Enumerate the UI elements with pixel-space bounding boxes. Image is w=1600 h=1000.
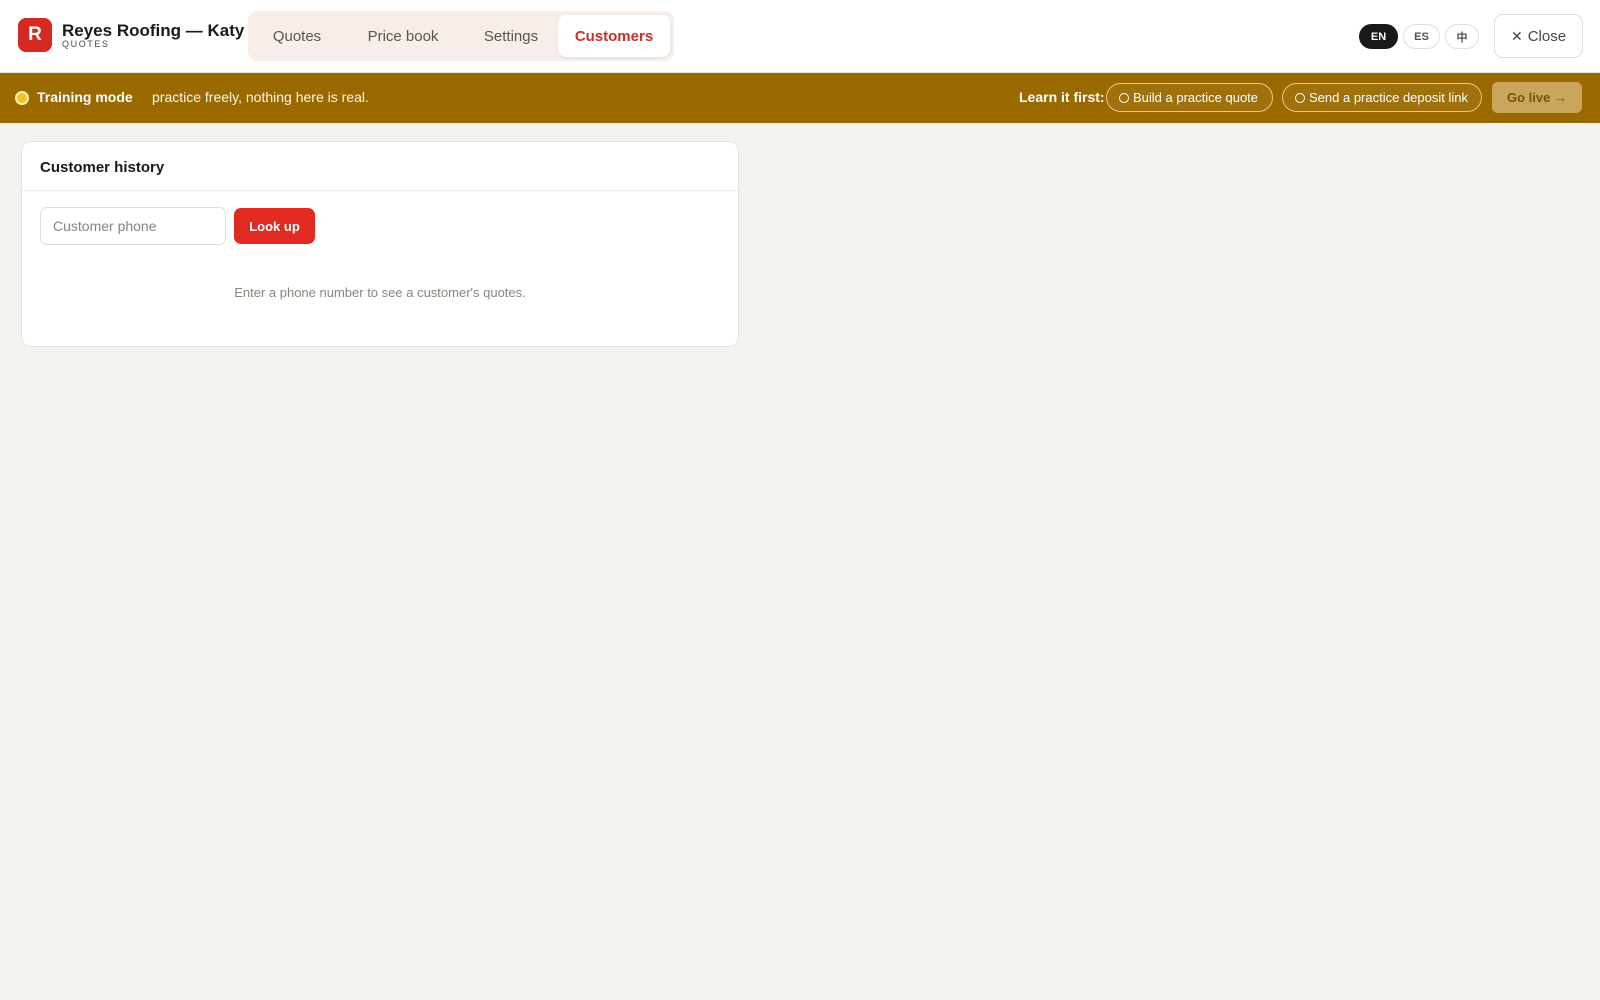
practice-deposit-task-label: Send a practice deposit link: [1309, 90, 1468, 105]
language-en-button[interactable]: EN: [1359, 24, 1398, 49]
practice-quote-task-button[interactable]: Build a practice quote: [1106, 83, 1273, 112]
language-es-button[interactable]: ES: [1403, 24, 1440, 49]
close-button[interactable]: ✕ Close: [1494, 14, 1583, 58]
business-name: Reyes Roofing — Katy: [62, 21, 245, 40]
training-mode-text: practice freely, nothing here is real.: [152, 89, 369, 105]
language-zh-button[interactable]: 中: [1445, 24, 1479, 49]
training-status-dot-icon: [15, 91, 29, 105]
training-mode-banner: Training mode practice freely, nothing h…: [0, 73, 1600, 123]
unchecked-circle-icon: [1119, 92, 1129, 103]
close-label: Close: [1527, 27, 1567, 45]
practice-deposit-task-button[interactable]: Send a practice deposit link: [1282, 83, 1482, 112]
main-nav-tabs: Quotes Price book Settings Customers: [248, 11, 674, 61]
tab-quotes[interactable]: Quotes: [252, 15, 342, 57]
close-icon: ✕: [1510, 27, 1523, 44]
training-mode-title: Training mode: [37, 89, 133, 105]
app-subtitle: QUOTES: [62, 39, 110, 49]
practice-quote-task-label: Build a practice quote: [1133, 90, 1259, 105]
tab-settings[interactable]: Settings: [464, 15, 558, 57]
app-header: R Reyes Roofing — Katy QUOTES Quotes Pri…: [0, 0, 1600, 73]
tab-customers[interactable]: Customers: [558, 15, 670, 57]
look-up-button[interactable]: Look up: [234, 208, 315, 244]
empty-state-message: Enter a phone number to see a customer's…: [234, 285, 526, 300]
customer-history-card: Customer history Look up Enter a phone n…: [21, 141, 739, 347]
tab-price-book[interactable]: Price book: [346, 15, 460, 57]
customer-history-title: Customer history: [40, 159, 165, 176]
go-live-button[interactable]: Go live →: [1492, 82, 1582, 113]
learn-it-first-label: Learn it first:: [1019, 89, 1105, 105]
card-divider: [22, 190, 738, 191]
app-logo: R: [18, 18, 52, 52]
unchecked-circle-icon: [1295, 92, 1305, 103]
customer-phone-input[interactable]: [40, 207, 226, 245]
